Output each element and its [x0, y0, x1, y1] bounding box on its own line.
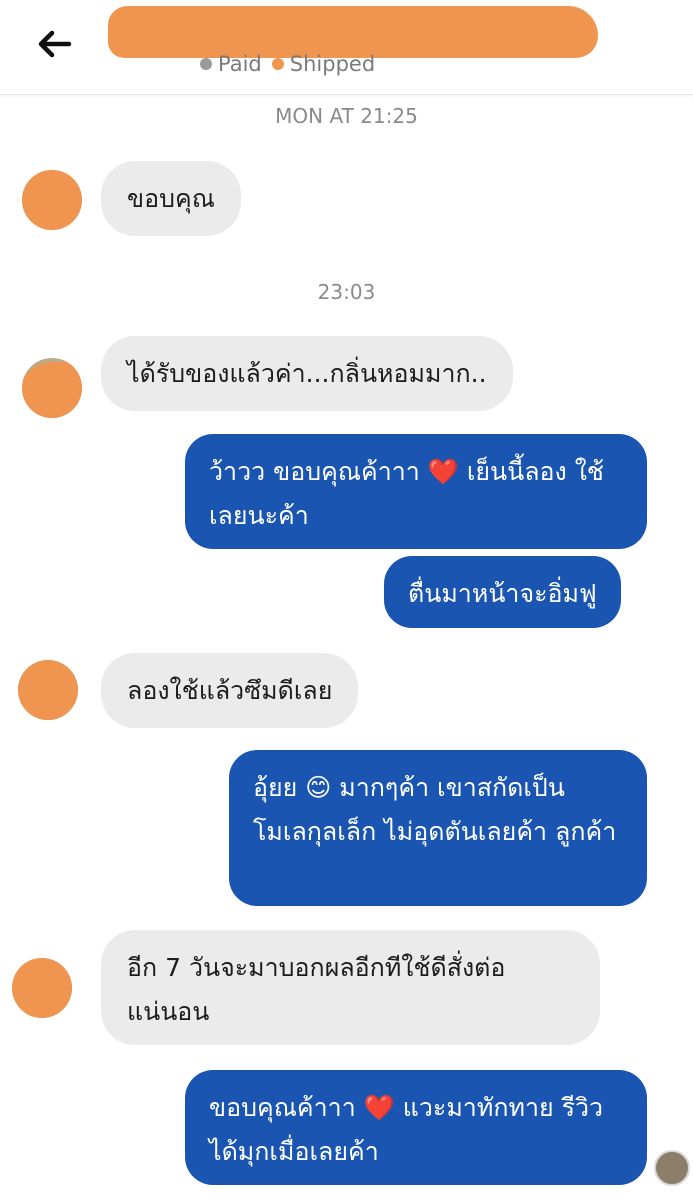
shipped-dot-icon	[271, 58, 284, 70]
contact-avatar[interactable]	[22, 358, 82, 418]
status-paid: Paid	[200, 52, 262, 76]
status-shipped: Shipped	[271, 52, 375, 76]
message-incoming[interactable]: อีก 7 วันจะมาบอกผลอีกทีใช้ดีสั่งต่อ แน่น…	[101, 930, 600, 1045]
timestamp: MON AT 21:25	[275, 104, 418, 128]
message-outgoing[interactable]: ขอบคุณค้าาา ❤️ แวะมาทักทาย รีวิวได้มุกเม…	[185, 1070, 647, 1185]
message-outgoing[interactable]: อุ้ยย 😊 มากๆค้า เขาสกัดเป็น โมเลกุลเล็ก …	[229, 750, 647, 906]
message-outgoing[interactable]: ตื่นมาหน้าจะอิ่มฟู	[384, 556, 621, 628]
back-arrow-icon	[38, 30, 72, 58]
redacted-contact-name	[108, 6, 598, 58]
message-outgoing[interactable]: ว้าวว ขอบคุณค้าาา ❤️ เย็นนี้ลอง ใช้เลยนะ…	[185, 434, 647, 549]
contact-avatar[interactable]	[12, 958, 72, 1018]
contact-avatar[interactable]	[22, 170, 82, 230]
back-button[interactable]	[30, 22, 80, 66]
message-incoming[interactable]: ขอบคุณ	[101, 161, 241, 236]
order-status: Paid Shipped	[200, 52, 375, 76]
message-incoming[interactable]: ลองใช้แล้วซึมดีเลย	[101, 653, 359, 728]
conversation-header: Paid Shipped	[0, 0, 693, 95]
message-incoming[interactable]: ได้รับของแล้วค่า...กลิ่นหอมมาก..	[101, 336, 513, 411]
seen-avatar	[654, 1150, 690, 1186]
timestamp: 23:03	[317, 280, 376, 304]
paid-dot-icon	[200, 58, 212, 70]
contact-avatar[interactable]	[18, 660, 78, 720]
